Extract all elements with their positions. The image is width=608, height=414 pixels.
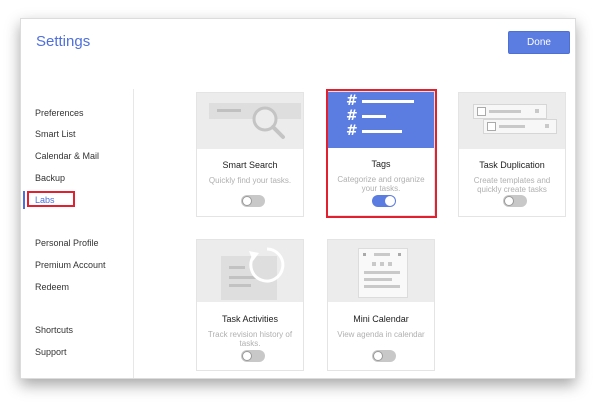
card-description: Create templates and quickly create task… — [473, 176, 551, 194]
settings-window: Settings Done Preferences Smart List Cal… — [20, 18, 576, 379]
card-title: Tags — [371, 159, 391, 169]
mini-calendar-toggle[interactable] — [372, 350, 396, 362]
card-description: Quickly find your tasks. — [208, 176, 292, 185]
tags-toggle[interactable] — [372, 195, 396, 207]
sidebar-item-personal-profile[interactable]: Personal Profile — [35, 238, 99, 248]
sidebar-item-backup[interactable]: Backup — [35, 173, 65, 183]
task-duplication-illustration — [459, 93, 565, 149]
smart-search-illustration — [197, 93, 303, 149]
done-button[interactable]: Done — [508, 31, 570, 54]
sidebar-item-redeem[interactable]: Redeem — [35, 282, 69, 292]
sidebar-item-shortcuts[interactable]: Shortcuts — [35, 325, 73, 335]
card-tags: # # # Tags Categorize and organize your … — [327, 91, 435, 216]
card-title: Task Duplication — [479, 160, 545, 170]
card-title: Mini Calendar — [353, 314, 409, 324]
card-description: Categorize and organize your tasks. — [337, 175, 425, 193]
mini-calendar-illustration — [328, 240, 434, 302]
task-duplication-toggle[interactable] — [503, 195, 527, 207]
sidebar-item-support[interactable]: Support — [35, 347, 67, 357]
card-mini-calendar: Mini Calendar View agenda in calendar — [327, 239, 435, 371]
sidebar-item-smart-list[interactable]: Smart List — [35, 129, 76, 139]
sidebar-item-calendar-mail[interactable]: Calendar & Mail — [35, 151, 99, 161]
card-task-duplication: Task Duplication Create templates and qu… — [458, 92, 566, 217]
tags-illustration: # # # — [328, 92, 434, 148]
hash-icon: # — [346, 93, 358, 109]
task-activities-toggle[interactable] — [241, 350, 265, 362]
sidebar-item-preferences[interactable]: Preferences — [35, 108, 84, 118]
sidebar-item-premium-account[interactable]: Premium Account — [35, 260, 106, 270]
task-activities-illustration — [197, 240, 303, 302]
search-icon — [252, 106, 285, 139]
card-task-activities: Task Activities Track revision history o… — [196, 239, 304, 371]
card-title: Smart Search — [222, 160, 278, 170]
card-smart-search: Smart Search Quickly find your tasks. — [196, 92, 304, 217]
page-title: Settings — [36, 33, 91, 50]
labs-highlight — [27, 191, 75, 207]
active-indicator — [23, 191, 25, 209]
sidebar: Preferences Smart List Calendar & Mail B… — [21, 89, 134, 378]
hash-icon: # — [346, 123, 358, 139]
history-icon — [249, 247, 285, 283]
smart-search-toggle[interactable] — [241, 195, 265, 207]
card-title: Task Activities — [221, 314, 279, 324]
hash-icon: # — [346, 108, 358, 124]
card-description: View agenda in calendar — [337, 330, 425, 339]
card-description: Track revision history of tasks. — [207, 330, 293, 348]
